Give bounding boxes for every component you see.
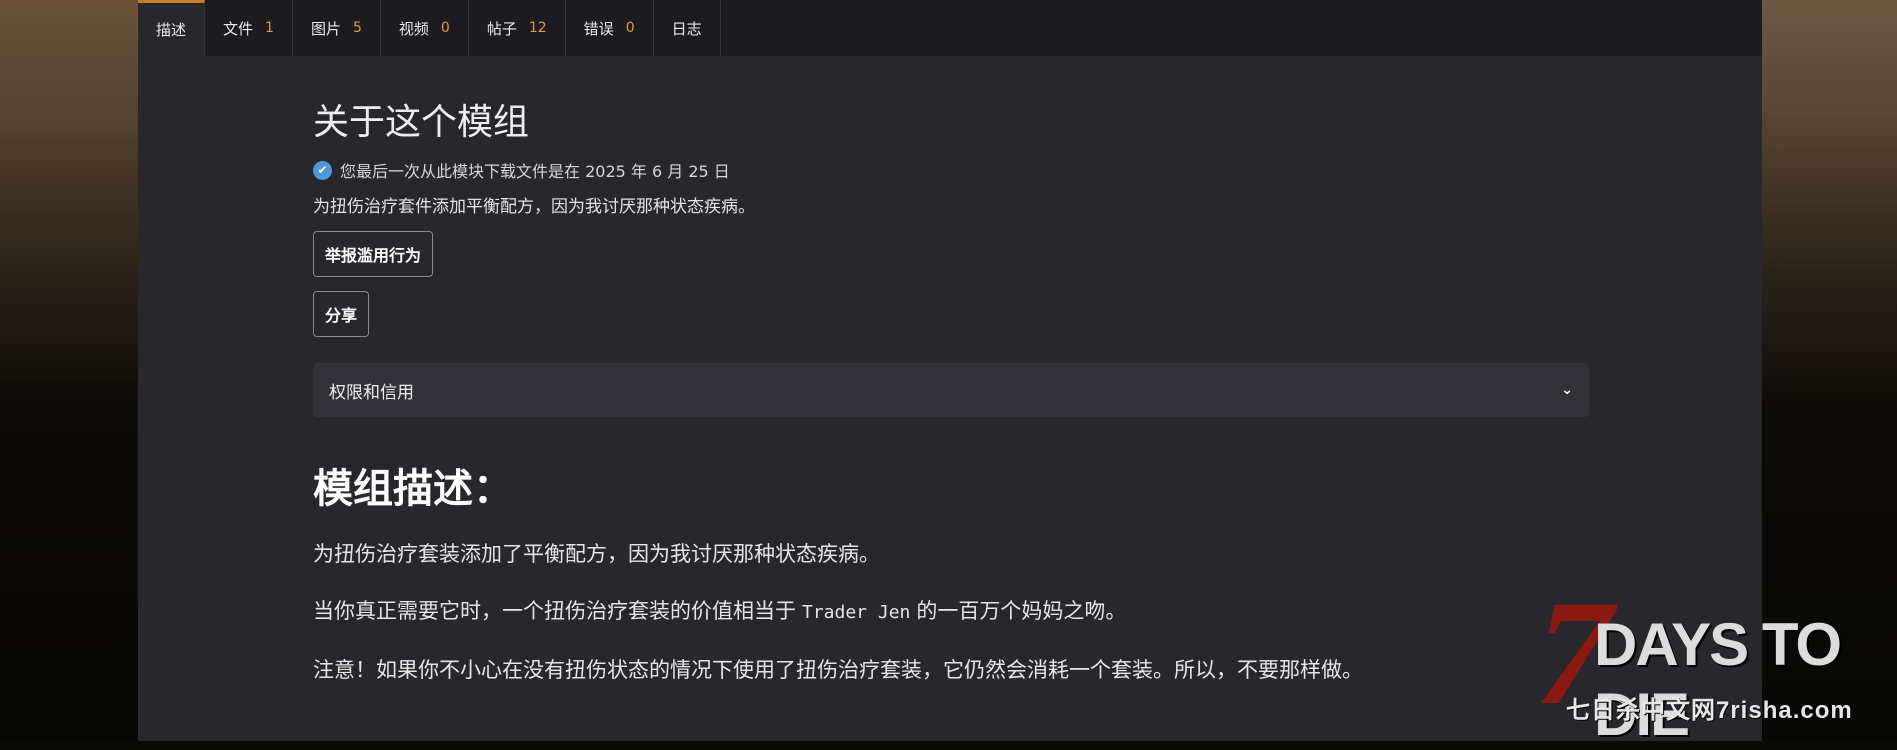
trader-name-code: Trader Jen: [802, 602, 911, 623]
tab-label: 错误: [583, 19, 614, 38]
tab-label: 日志: [671, 19, 702, 38]
background-left: [0, 0, 138, 741]
download-note-text: 您最后一次从此模块下载文件是在 2025 年 6 月 25 日: [340, 162, 730, 181]
check-circle-icon: ✔: [313, 160, 332, 180]
tab-label: 文件: [223, 19, 254, 38]
site-watermark-logo: 7 DAYS TO DIE 七日杀中文网7risha.com: [1518, 570, 1897, 748]
tab-label: 视频: [398, 19, 429, 38]
tab-logs[interactable]: 日志: [654, 0, 721, 56]
tab-count: 12: [528, 20, 547, 36]
tab-bar: 描述 文件 1 图片 5 视频 0 帖子 12 错误 0 日志: [138, 0, 1762, 56]
permissions-accordion[interactable]: 权限和信用 ⌄: [313, 363, 1589, 417]
mod-page-panel: 描述 文件 1 图片 5 视频 0 帖子 12 错误 0 日志 关于这个模组 ✔: [138, 0, 1762, 741]
description-content: 关于这个模组 ✔ 您最后一次从此模块下载文件是在 2025 年 6 月 25 日…: [313, 100, 1589, 685]
download-note: ✔ 您最后一次从此模块下载文件是在 2025 年 6 月 25 日: [313, 158, 1589, 182]
mod-description-title: 模组描述：: [313, 466, 513, 512]
tab-label: 描述: [156, 21, 187, 39]
chevron-down-icon: ⌄: [1561, 382, 1573, 398]
tab-posts[interactable]: 帖子 12: [469, 0, 566, 56]
logo-site-text: 七日杀中文网7risha.com: [1566, 697, 1853, 724]
logo-title: DAYS TO DIE: [1594, 611, 1842, 748]
description-paragraph: 当你真正需要它时，一个扭伤治疗套装的价值相当于 Trader Jen 的一百万个妈妈…: [313, 596, 1589, 628]
tab-bugs[interactable]: 错误 0: [566, 0, 654, 56]
tab-images[interactable]: 图片 5: [293, 0, 381, 56]
tab-count: 0: [625, 20, 635, 36]
description-paragraph: 为扭伤治疗套装添加了平衡配方，因为我讨厌那种状态疾病。: [313, 542, 880, 566]
mod-summary: 为扭伤治疗套件添加平衡配方，因为我讨厌那种状态疾病。: [313, 197, 755, 217]
permissions-label: 权限和信用: [329, 382, 414, 403]
tab-files[interactable]: 文件 1: [205, 0, 293, 56]
share-button[interactable]: 分享: [313, 291, 370, 337]
report-abuse-button[interactable]: 举报滥用行为: [313, 231, 434, 277]
tab-label: 帖子: [486, 19, 517, 38]
about-title: 关于这个模组: [313, 102, 530, 143]
tab-count: 0: [440, 20, 450, 36]
tab-label: 图片: [310, 19, 341, 38]
tab-count: 5: [352, 20, 362, 36]
paragraph-text: 当你真正需要它时，一个扭伤治疗套装的价值相当于: [313, 599, 796, 623]
description-paragraph: 注意！如果你不小心在没有扭伤状态的情况下使用了扭伤治疗套装，它仍然会消耗一个套装…: [313, 658, 1363, 682]
tab-videos[interactable]: 视频 0: [381, 0, 469, 56]
tab-description[interactable]: 描述: [138, 0, 206, 56]
paragraph-text: 的一百万个妈妈之吻。: [916, 599, 1127, 623]
tab-count: 1: [265, 20, 274, 36]
